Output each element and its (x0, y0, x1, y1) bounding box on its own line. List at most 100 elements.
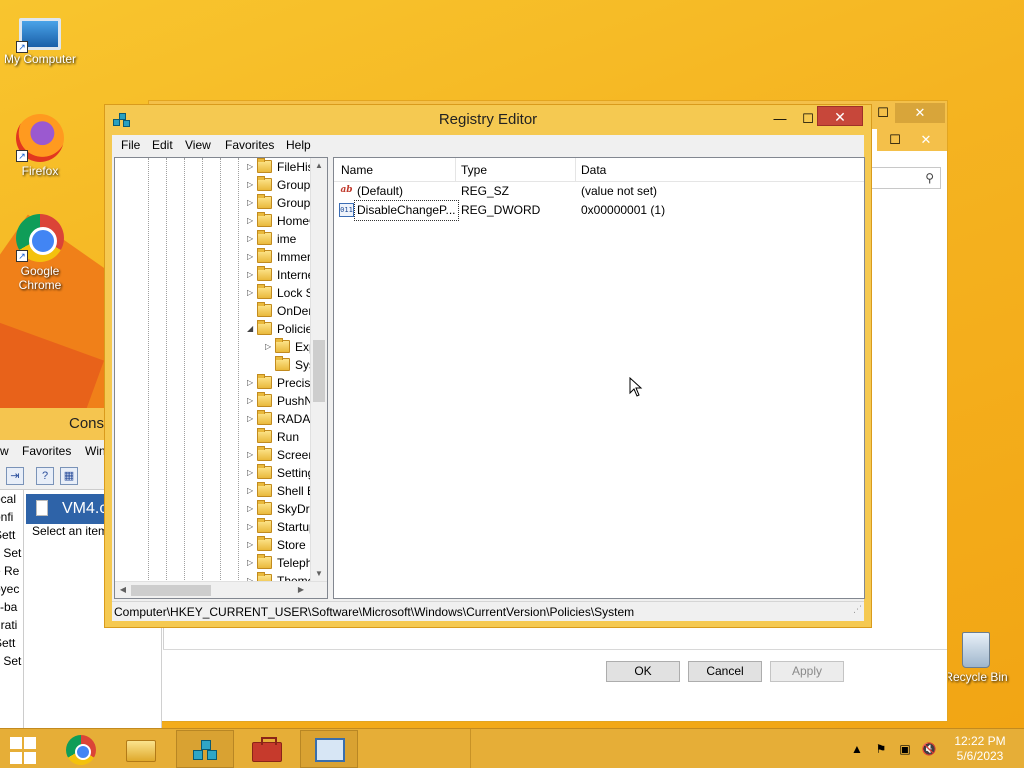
firefox-icon: ↗ (16, 114, 64, 162)
scroll-thumb[interactable] (131, 585, 211, 596)
close-icon[interactable]: ✕ (817, 106, 863, 126)
windows-logo-icon (10, 737, 40, 765)
expand-arrow-icon[interactable]: ▷ (247, 500, 253, 518)
network-icon[interactable]: ▣ (897, 741, 913, 757)
value-row[interactable]: 011 DisableChangeP... REG_DWORD 0x000000… (334, 200, 864, 221)
tree-item[interactable]: y-ba (0, 598, 23, 616)
menu-edit[interactable]: Edit (152, 138, 173, 152)
expand-arrow-icon[interactable]: ▷ (247, 266, 253, 284)
column-header-type[interactable]: Type (461, 163, 487, 177)
tree-node-label: Run (277, 430, 300, 444)
tree-item[interactable]: ocal (0, 490, 23, 508)
taskbar-chrome[interactable] (52, 730, 110, 768)
scroll-up-icon[interactable]: ▲ (311, 158, 327, 174)
values-header: Name Type Data (334, 158, 864, 182)
collapse-arrow-icon[interactable]: ◢ (247, 320, 253, 338)
menu-file[interactable]: File (121, 138, 140, 152)
expand-arrow-icon[interactable]: ▷ (247, 158, 253, 176)
tree-horizontal-scrollbar[interactable]: ◀ ▶ (115, 581, 327, 598)
taskbar: ▲ ⚑ ▣ 🔇 12:22 PM 5/6/2023 (0, 728, 1024, 768)
expand-arrow-icon[interactable]: ▷ (247, 482, 253, 500)
help-icon[interactable]: ? (36, 467, 54, 485)
maximize-icon[interactable]: ☐ (875, 103, 891, 123)
maximize-icon[interactable]: ☐ (887, 130, 903, 150)
scroll-right-icon[interactable]: ▶ (293, 582, 309, 598)
taskbar-file-explorer[interactable] (112, 730, 170, 768)
desktop: ↗ My Computer ↗ Firefox ↗ Google Chrome … (0, 0, 1024, 728)
start-button[interactable] (0, 730, 58, 768)
expand-arrow-icon[interactable]: ▷ (247, 446, 253, 464)
folder-icon (257, 536, 272, 551)
console-menu-favorites[interactable]: Favorites (22, 440, 71, 462)
key-tree-pane[interactable]: ▷ FileHist ▷ Group I ▷ Group I ▷ HomeG ▷ ime ▷ Imme… (114, 157, 328, 599)
expand-arrow-icon[interactable]: ▷ (247, 212, 253, 230)
string-value-icon: ab (340, 185, 353, 195)
tree-item[interactable]: urati (0, 616, 23, 634)
tree-item[interactable]: onfi (0, 508, 23, 526)
show-hidden-icons-icon[interactable]: ▲ (849, 741, 865, 757)
registry-editor-titlebar[interactable]: Registry Editor — ☐ ✕ (105, 105, 871, 135)
clock[interactable]: 12:22 PM 5/6/2023 (948, 734, 1012, 764)
expand-arrow-icon[interactable]: ▷ (247, 410, 253, 428)
expand-arrow-icon[interactable]: ▷ (265, 338, 271, 356)
folder-icon (257, 248, 272, 263)
desktop-icon-chrome[interactable]: ↗ Google Chrome (0, 214, 80, 292)
expand-arrow-icon[interactable]: ▷ (247, 284, 253, 302)
search-input[interactable]: ⚲ (869, 167, 941, 189)
scroll-thumb[interactable] (313, 340, 325, 402)
scroll-down-icon[interactable]: ▼ (311, 566, 327, 582)
expand-arrow-icon[interactable]: ▷ (247, 194, 253, 212)
tree-item[interactable]: Sett (0, 526, 23, 544)
resize-grip-icon[interactable]: ⋰ (853, 599, 862, 619)
expand-arrow-icon[interactable]: ▷ (247, 536, 253, 554)
expand-arrow-icon[interactable]: ▷ (247, 230, 253, 248)
expand-arrow-icon[interactable]: ▷ (247, 464, 253, 482)
menu-help[interactable]: Help (286, 138, 311, 152)
expand-arrow-icon[interactable]: ▷ (247, 176, 253, 194)
tree-item[interactable]: oyec (0, 580, 23, 598)
menu-favorites[interactable]: Favorites (225, 138, 274, 152)
taskbar-toolbox[interactable] (238, 730, 296, 768)
folder-icon (257, 392, 272, 407)
column-separator[interactable] (575, 158, 576, 182)
expand-arrow-icon[interactable]: ▷ (247, 518, 253, 536)
minimize-icon[interactable]: — (767, 109, 793, 129)
folder-icon (257, 554, 272, 569)
desktop-icon-my-computer[interactable]: ↗ My Computer (0, 8, 80, 66)
tree-item[interactable]: Sett (0, 634, 23, 652)
cancel-button[interactable]: Cancel (688, 661, 762, 682)
column-separator[interactable] (455, 158, 456, 182)
mouse-cursor-icon (629, 377, 643, 397)
value-row[interactable]: ab (Default) REG_SZ (value not set) (334, 182, 864, 201)
column-header-data[interactable]: Data (581, 163, 606, 177)
taskbar-registry-editor[interactable] (176, 730, 234, 768)
show-hide-pane-icon[interactable]: ▦ (60, 467, 78, 485)
values-pane[interactable]: Name Type Data ab (Default) REG_SZ (valu… (333, 157, 865, 599)
ok-button[interactable]: OK (606, 661, 680, 682)
column-header-name[interactable]: Name (341, 163, 373, 177)
expand-arrow-icon[interactable]: ▷ (247, 554, 253, 572)
export-icon[interactable]: ⇥ (6, 467, 24, 485)
desktop-icon-firefox[interactable]: ↗ Firefox (0, 114, 80, 178)
close-icon[interactable]: ✕ (907, 130, 945, 150)
tree-item[interactable]: e Re (0, 562, 23, 580)
tree-item[interactable]: s Set (0, 652, 23, 670)
menu-view[interactable]: View (185, 138, 211, 152)
console-menu-window[interactable]: Win (85, 440, 106, 462)
volume-muted-icon[interactable]: 🔇 (921, 741, 937, 757)
tree-item[interactable]: s Set (0, 544, 23, 562)
tree-vertical-scrollbar[interactable]: ▲ ▼ (310, 158, 327, 582)
folder-icon (257, 464, 272, 479)
expand-arrow-icon[interactable]: ▷ (247, 248, 253, 266)
console-menu-item[interactable]: w (0, 440, 9, 462)
apply-button[interactable]: Apply (770, 661, 844, 682)
action-center-flag-icon[interactable]: ⚑ (873, 741, 889, 757)
expand-arrow-icon[interactable]: ▷ (247, 374, 253, 392)
close-icon[interactable]: ✕ (895, 103, 945, 123)
desktop-icon-recycle-bin[interactable]: Recycle Bin (936, 632, 1016, 684)
expand-arrow-icon[interactable]: ▷ (247, 392, 253, 410)
console-icon (315, 738, 345, 762)
console-tree: ocal onfi Sett s Set e Re oyec y-ba urat… (0, 490, 24, 728)
taskbar-mmc-console[interactable] (300, 730, 358, 768)
scroll-left-icon[interactable]: ◀ (115, 582, 131, 598)
